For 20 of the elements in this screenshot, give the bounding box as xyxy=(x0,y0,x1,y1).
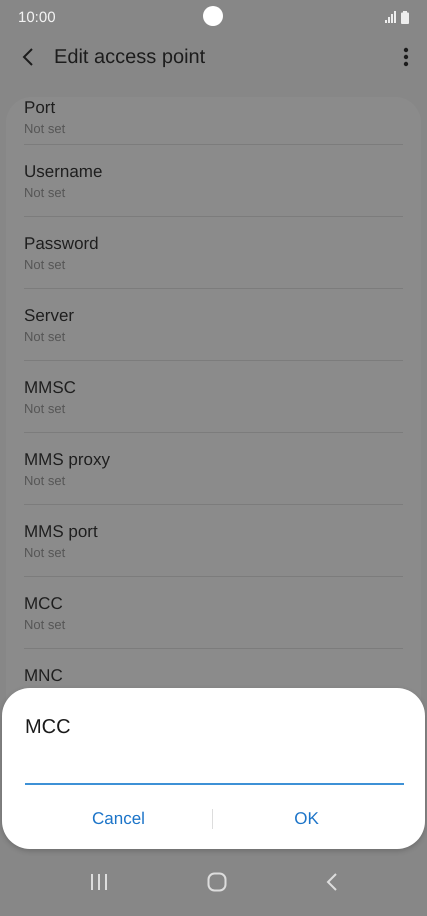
setting-label: Username xyxy=(24,161,102,183)
setting-label: MMSC xyxy=(24,377,76,399)
setting-label: Port xyxy=(24,97,56,119)
camera-cutout xyxy=(203,6,223,26)
setting-label: MMS proxy xyxy=(24,449,110,471)
setting-label: MMS port xyxy=(24,521,98,543)
recent-apps-icon[interactable] xyxy=(90,873,108,891)
status-time: 10:00 xyxy=(18,8,56,26)
dialog-button[interactable]: Cancel xyxy=(25,803,212,835)
setting-label: Server xyxy=(24,305,74,327)
screen-title: Edit access point xyxy=(54,46,206,68)
battery-icon xyxy=(401,10,409,24)
home-icon[interactable] xyxy=(206,872,226,892)
setting-label: MNC xyxy=(24,665,63,687)
more-options-icon[interactable] xyxy=(403,47,409,67)
setting-label: Password xyxy=(24,233,99,255)
setting-label: MCC xyxy=(24,593,63,615)
back-icon[interactable] xyxy=(22,47,34,67)
dialog-button[interactable]: OK xyxy=(213,803,400,835)
signal-icon xyxy=(385,11,397,23)
